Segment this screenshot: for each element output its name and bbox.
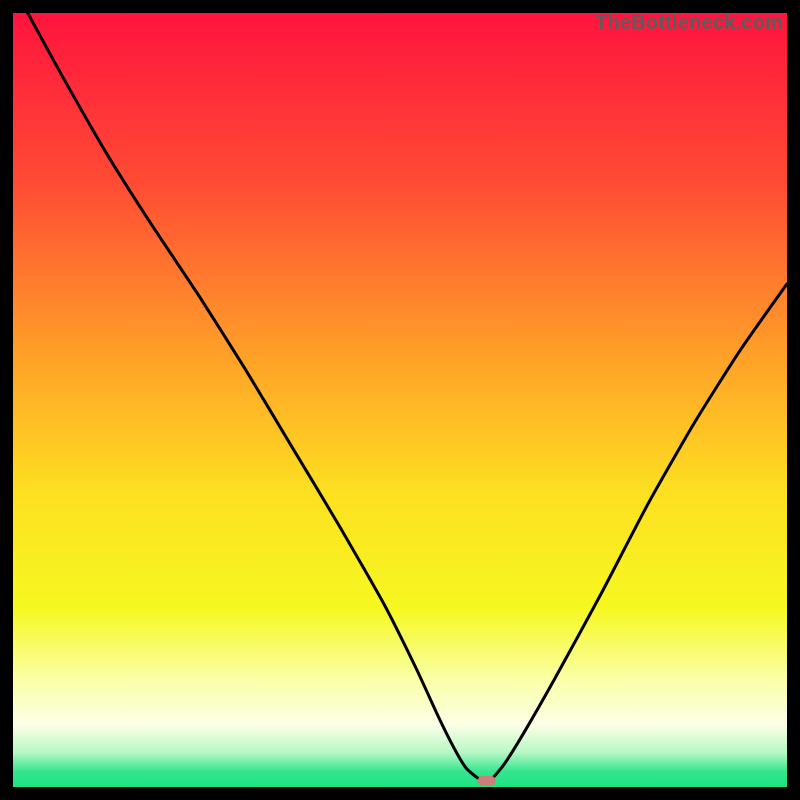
gradient-background	[13, 13, 787, 787]
chart-frame: TheBottleneck.com	[13, 13, 787, 787]
bottleneck-chart	[13, 13, 787, 787]
watermark-text: TheBottleneck.com	[595, 12, 783, 35]
min-point-marker	[478, 776, 496, 786]
